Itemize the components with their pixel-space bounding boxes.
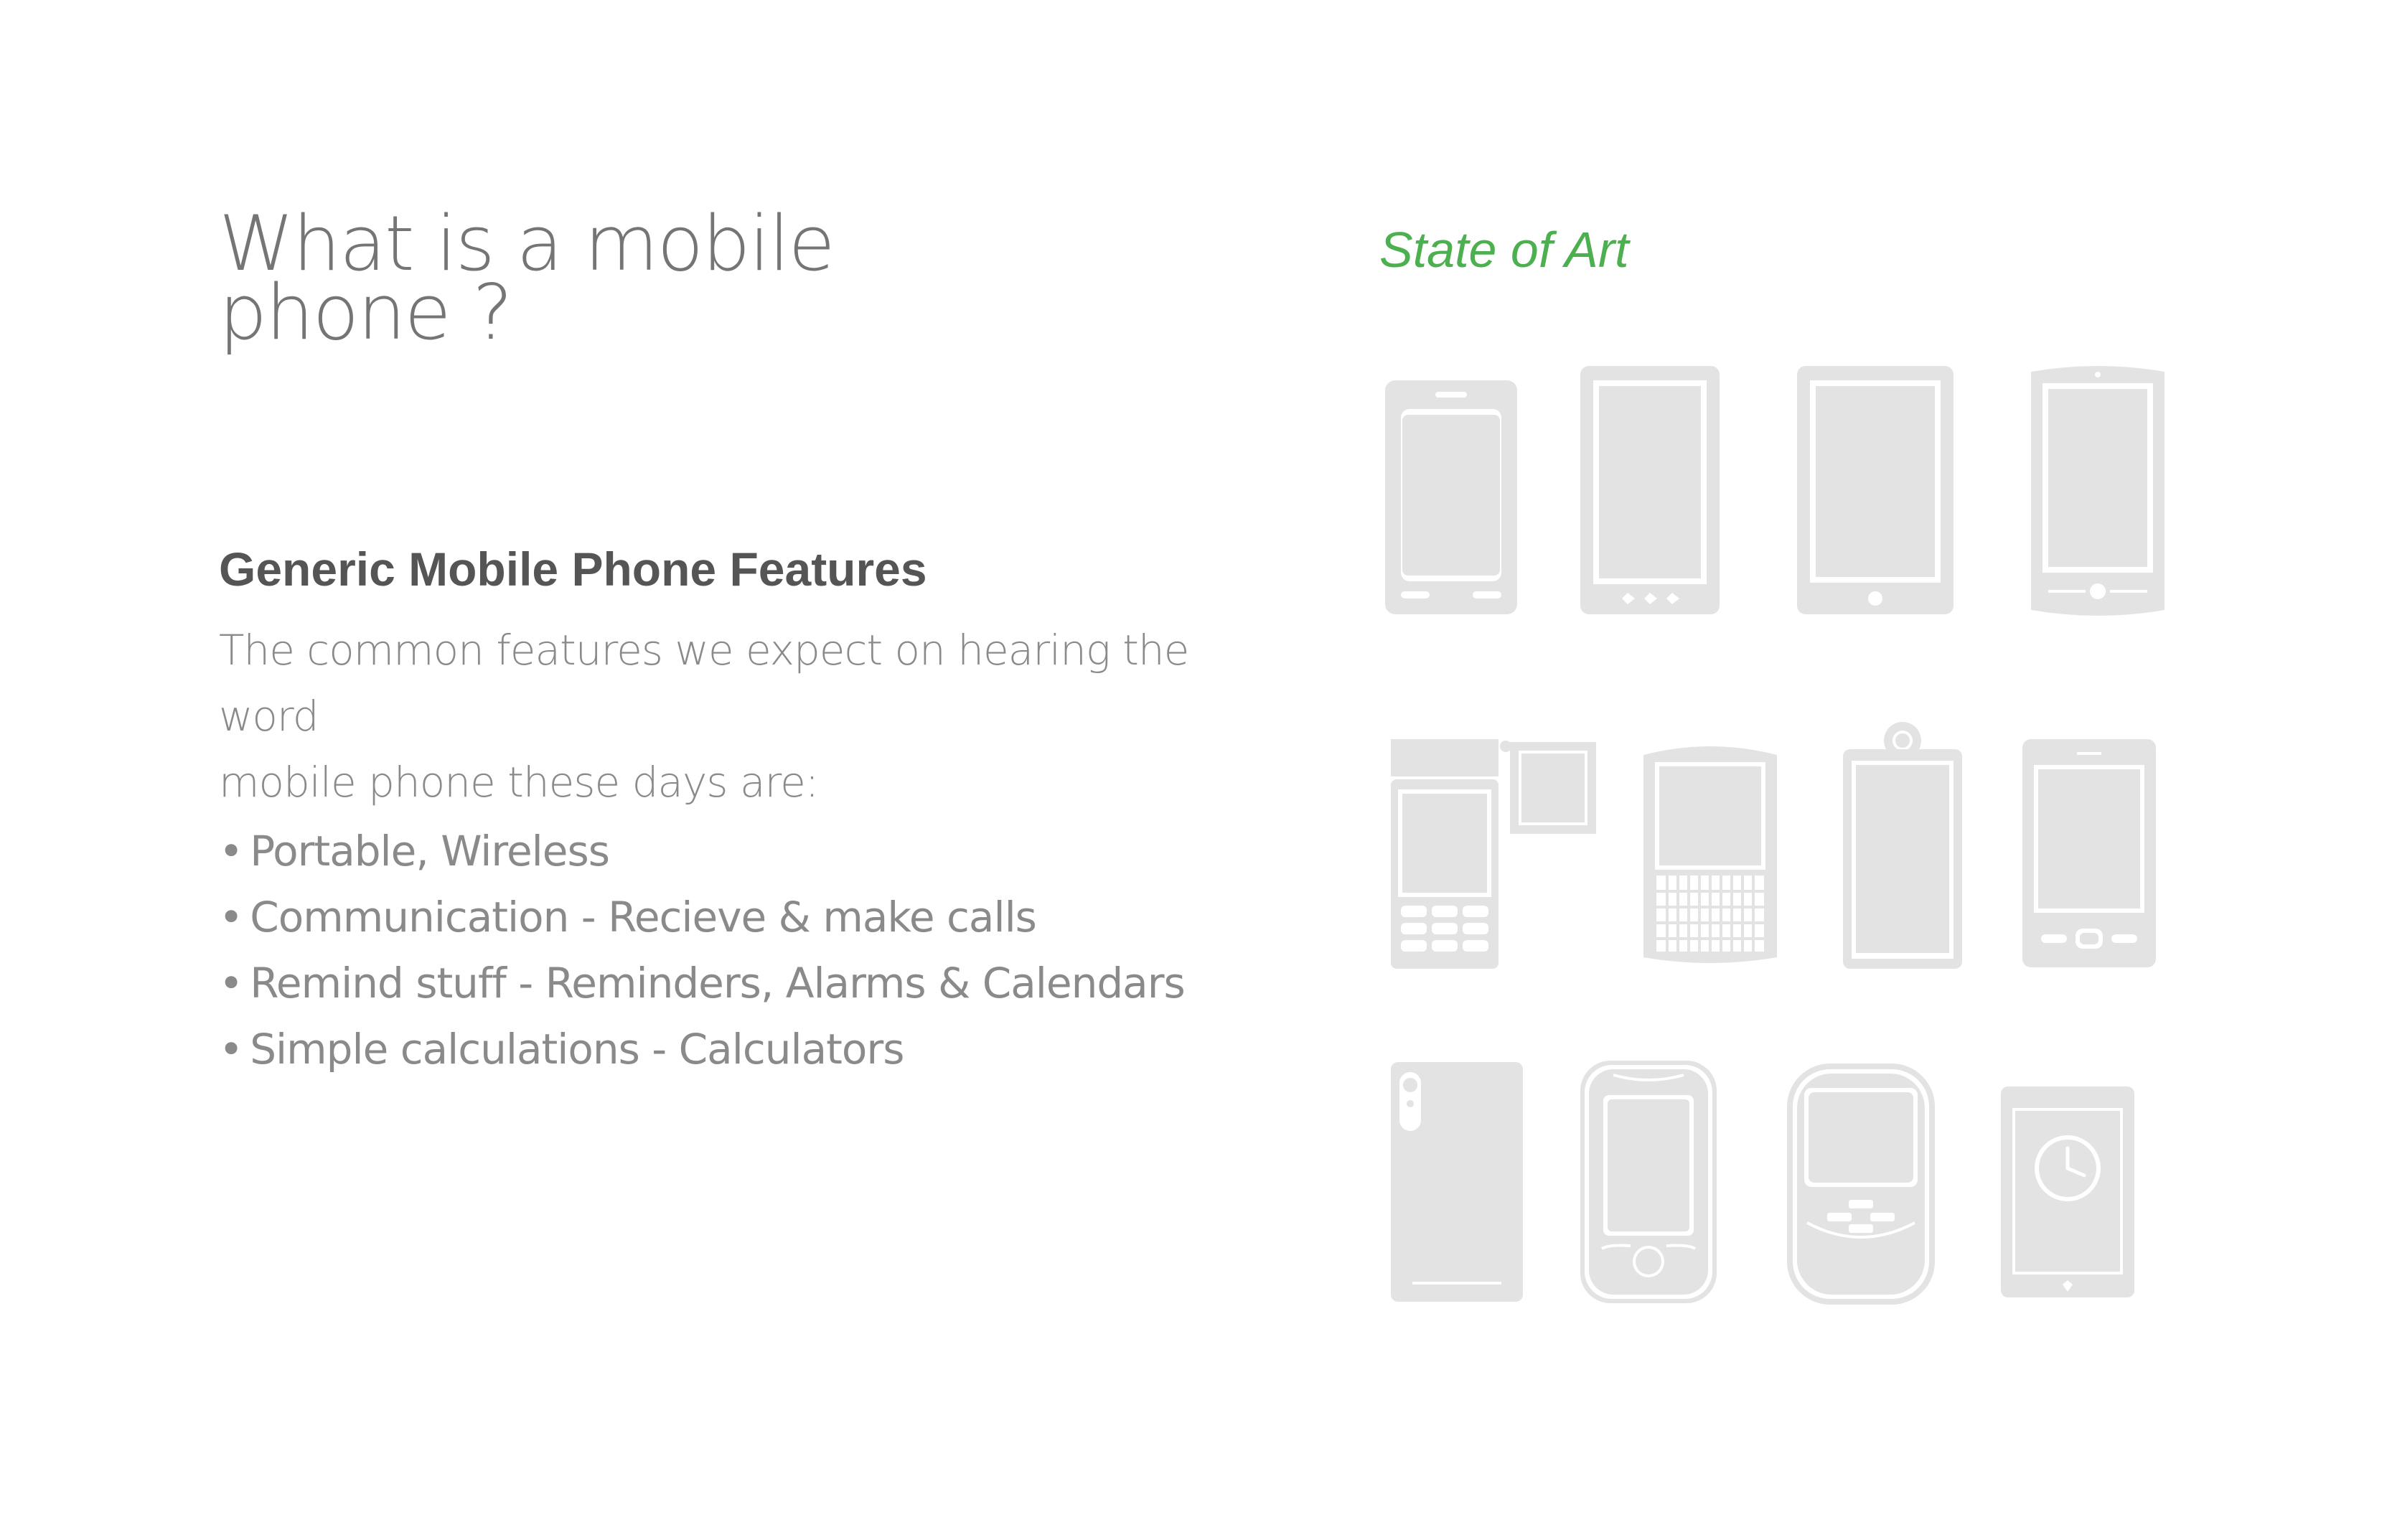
list-item: • Portable, Wireless xyxy=(219,818,1185,884)
state-of-art-title: State of Art xyxy=(1379,222,1629,278)
page-title-line-2: phone ? xyxy=(219,268,513,357)
bullet: • xyxy=(219,827,243,875)
blackberry-phone-icon xyxy=(1787,1064,1935,1305)
flip-camera-phone-icon xyxy=(1391,739,1596,969)
features-intro-line-2: mobile phone these days are: xyxy=(219,758,819,807)
phone-icon-grid xyxy=(1364,352,2189,1320)
smartwatch-icon xyxy=(2001,1086,2134,1297)
ring-top-phone-icon xyxy=(1843,722,1962,969)
qwerty-phone-icon xyxy=(1643,746,1777,963)
bullet: • xyxy=(219,893,243,942)
classic-smartphone-icon xyxy=(1385,380,1517,614)
list-item: • Remind stuff - Reminders, Alarms & Cale… xyxy=(219,950,1186,1016)
features-intro: The common features we expect on hearing… xyxy=(219,617,1295,815)
page-title: What is a mobile phone ? xyxy=(219,206,865,357)
features-heading: Generic Mobile Phone Features xyxy=(219,543,927,596)
features-intro-line-1: The common features we expect on hearing… xyxy=(219,626,1189,741)
list-item: • Simple calculations - Calculators xyxy=(219,1016,1185,1082)
tablet-phone-icon xyxy=(1797,366,1954,614)
curved-phone-icon xyxy=(2031,366,2164,616)
bullet: • xyxy=(219,959,243,1008)
feature-text: Portable, Wireless xyxy=(250,827,610,875)
feature-phone-icon xyxy=(2022,739,2156,967)
feature-text: Communication - Recieve & make calls xyxy=(250,893,1037,942)
phone-back-icon xyxy=(1391,1062,1523,1302)
features-list: • Portable, Wireless • Communication - Rec… xyxy=(219,818,1186,1082)
feature-text: Remind stuff - Reminders, Alarms & Calen… xyxy=(250,959,1186,1008)
android-phone-icon xyxy=(1580,366,1720,614)
feature-text: Simple calculations - Calculators xyxy=(250,1025,904,1074)
bullet: • xyxy=(219,1025,243,1074)
round-phone-icon xyxy=(1580,1061,1717,1303)
list-item: • Communication - Recieve & make calls xyxy=(219,884,1185,950)
